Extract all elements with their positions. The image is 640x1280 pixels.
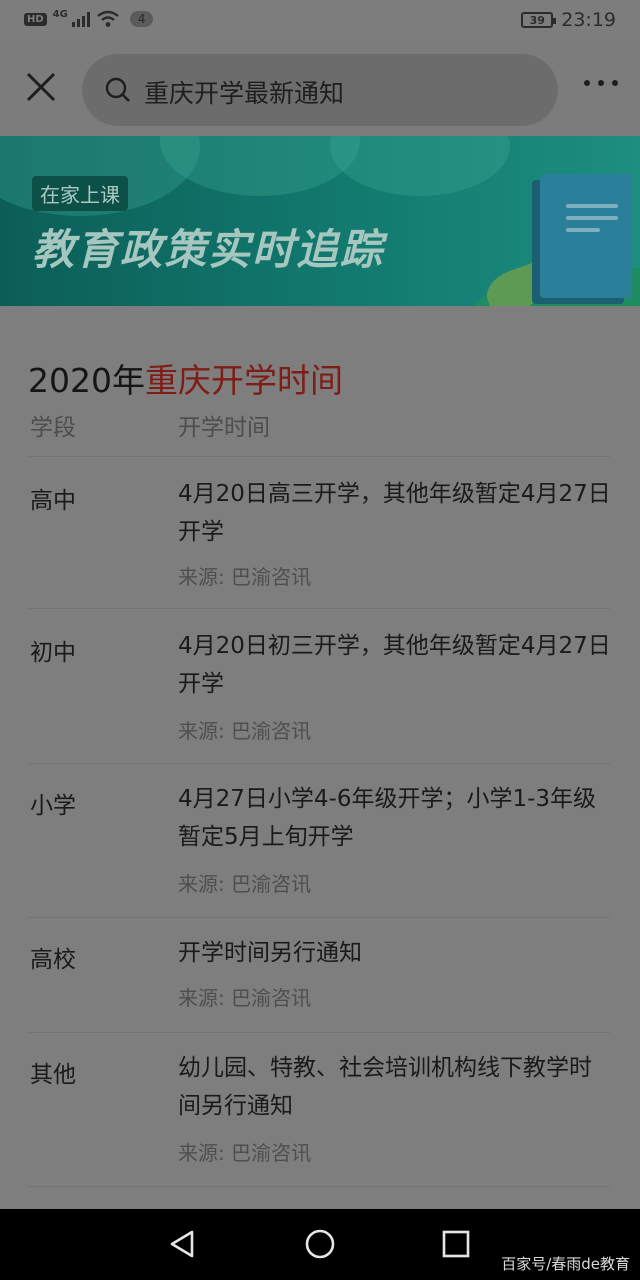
home-circle-icon[interactable]: [304, 1228, 336, 1260]
banner-title: 教育政策实时追踪: [32, 225, 385, 274]
banner-tag: 在家上课: [32, 176, 128, 211]
row-time-text: 幼儿园、特教、社会培训机构线下教学时间另行通知: [178, 1055, 592, 1119]
main-content: 2020年重庆开学时间 学段 开学时间 高中 4月20日高三开学，其他年级暂定4…: [0, 306, 640, 1209]
table-row: 小学 4月27日小学4-6年级开学；小学1-3年级暂定5月上旬开学 来源: 巴渝…: [28, 763, 610, 918]
status-left: HD 4G 4: [24, 8, 154, 28]
row-time-text: 4月27日小学4-6年级开学；小学1-3年级暂定5月上旬开学: [178, 786, 597, 850]
close-icon[interactable]: [24, 70, 58, 104]
back-triangle-icon[interactable]: [168, 1229, 198, 1259]
network-type: 4G: [52, 8, 68, 20]
section-title-year: 2020年: [28, 361, 145, 400]
row-time-text: 4月20日高三开学，其他年级暂定4月27日开学: [178, 481, 611, 545]
divider: [28, 1186, 610, 1187]
row-time-text: 4月20日初三开学，其他年级暂定4月27日开学: [178, 633, 611, 697]
column-header-stage: 学段: [30, 415, 76, 441]
row-source: 来源: 巴渝咨讯: [178, 719, 312, 743]
row-stage: 其他: [30, 1062, 76, 1088]
hd-badge: HD: [24, 12, 47, 26]
row-source: 来源: 巴渝咨讯: [178, 1141, 312, 1165]
row-stage: 小学: [30, 793, 76, 819]
battery-icon: 39: [521, 12, 557, 28]
table-row: 初中 4月20日初三开学，其他年级暂定4月27日开学 来源: 巴渝咨讯: [28, 608, 611, 764]
book-illustration: [540, 174, 632, 298]
status-bar: HD 4G 4 39 23:19: [0, 0, 640, 44]
section-title-highlight: 重庆开学时间: [144, 361, 343, 400]
notification-count: 4: [129, 11, 154, 27]
row-source: 来源: 巴渝咨讯: [178, 565, 312, 589]
table-row: 高中 4月20日高三开学，其他年级暂定4月27日开学 来源: 巴渝咨讯: [28, 456, 611, 609]
table-row: 高校 开学时间另行通知 来源: 巴渝咨讯: [28, 917, 610, 1033]
more-options-icon[interactable]: [584, 80, 618, 86]
system-nav-bar: 百家号/春雨de教育: [0, 1209, 640, 1280]
search-query[interactable]: 重庆开学最新通知: [144, 74, 344, 110]
row-source: 来源: 巴渝咨讯: [178, 872, 312, 896]
section-title: 2020年重庆开学时间: [28, 354, 343, 402]
recent-apps-icon[interactable]: [442, 1230, 470, 1258]
wifi-icon: [97, 10, 119, 27]
row-time-text: 开学时间另行通知: [178, 940, 362, 966]
row-stage: 高校: [30, 947, 76, 973]
clock: 23:19: [561, 9, 616, 31]
watermark: 百家号/春雨de教育: [501, 1255, 630, 1273]
row-source: 来源: 巴渝咨讯: [178, 986, 312, 1010]
column-header-time: 开学时间: [178, 415, 270, 441]
promo-banner[interactable]: 在家上课 教育政策实时追踪: [0, 136, 640, 306]
signal-icon: [71, 11, 90, 27]
top-nav: 重庆开学最新通知: [0, 44, 640, 136]
search-bar[interactable]: 重庆开学最新通知: [82, 54, 558, 126]
table-row: 其他 幼儿园、特教、社会培训机构线下教学时间另行通知 来源: 巴渝咨讯: [28, 1032, 610, 1187]
search-icon: [105, 77, 130, 102]
row-stage: 初中: [30, 640, 76, 666]
row-stage: 高中: [30, 488, 76, 514]
status-right: 39 23:19: [521, 9, 616, 31]
